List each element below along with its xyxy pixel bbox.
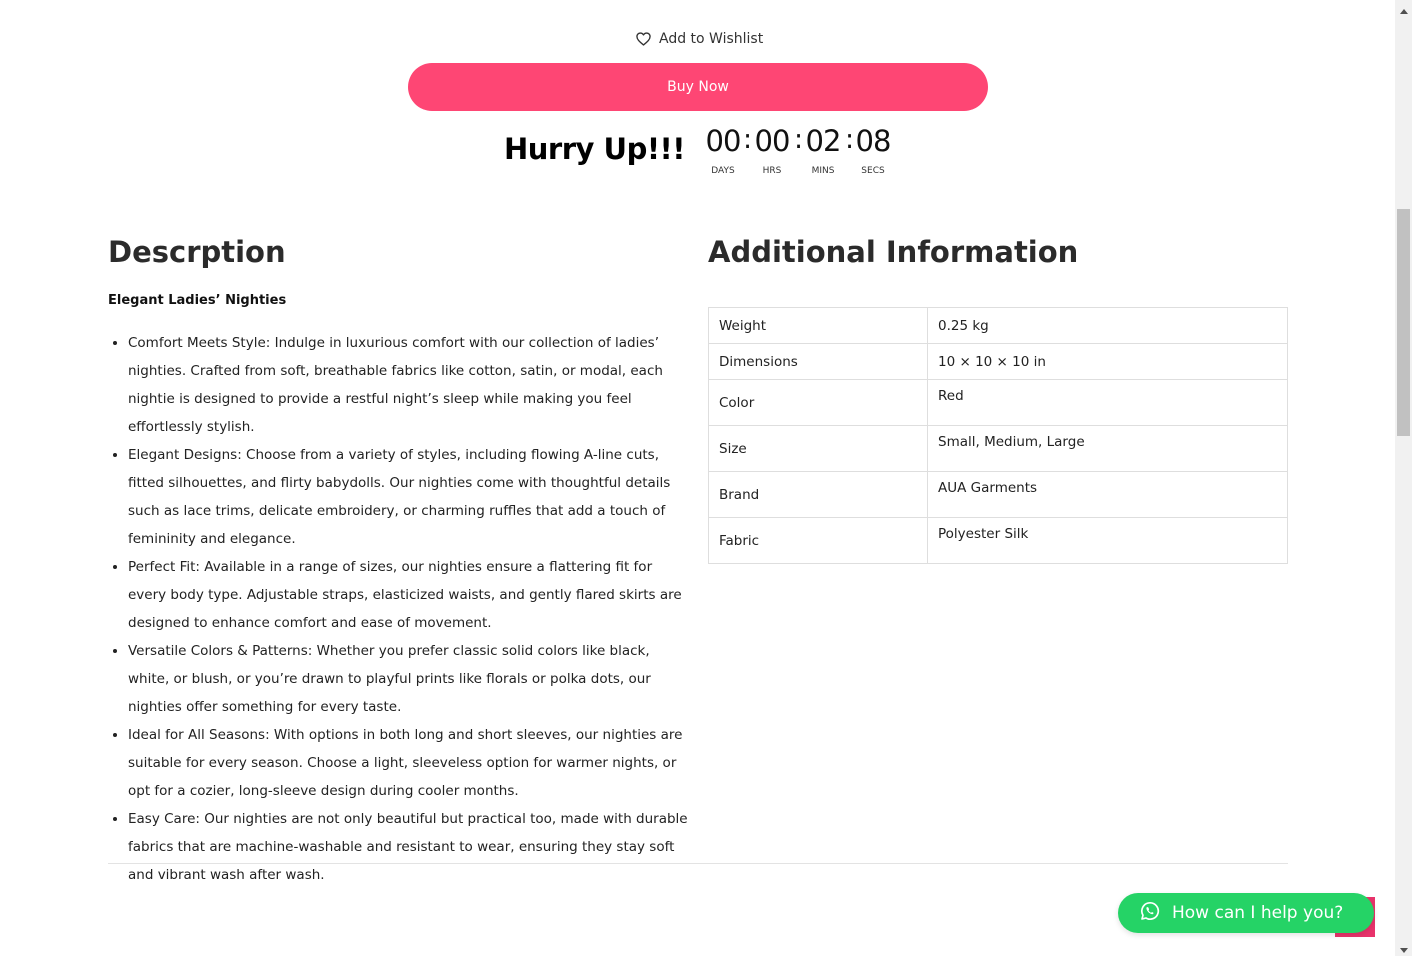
countdown-hours-label: HRS xyxy=(762,166,782,176)
attribute-value: Polyester Silk xyxy=(927,517,1288,564)
countdown-days: 00 DAYS xyxy=(704,122,742,178)
countdown-separator: : xyxy=(845,124,855,155)
scroll-up-arrow[interactable] xyxy=(1395,0,1412,17)
attribute-name: Brand xyxy=(708,471,928,518)
table-row: Fabric Polyester Silk xyxy=(708,517,1288,564)
attribute-name: Size xyxy=(708,425,928,472)
list-item: Easy Care: Our nighties are not only bea… xyxy=(128,805,688,889)
countdown-hours: 00 HRS xyxy=(753,122,791,178)
countdown-mins: 02 MINS xyxy=(804,122,842,178)
attribute-name: Fabric xyxy=(708,517,928,564)
hurry-up-heading: Hurry Up!!! xyxy=(504,132,686,166)
countdown-days-value: 00 xyxy=(705,124,742,158)
section-divider xyxy=(108,863,1288,864)
attribute-value: 10 × 10 × 10 in xyxy=(927,343,1288,380)
whatsapp-chat-button[interactable]: How can I help you? xyxy=(1118,893,1374,933)
table-row: Size Small, Medium, Large xyxy=(708,425,1288,472)
attribute-value: 0.25 kg xyxy=(927,307,1288,344)
attribute-name: Weight xyxy=(708,307,928,344)
table-row: Dimensions 10 × 10 × 10 in xyxy=(708,343,1288,380)
countdown-mins-value: 02 xyxy=(805,124,842,158)
scroll-down-arrow[interactable] xyxy=(1395,939,1412,956)
add-to-wishlist-link[interactable]: Add to Wishlist xyxy=(636,29,763,49)
attribute-name: Color xyxy=(708,379,928,426)
whatsapp-label: How can I help you? xyxy=(1172,903,1344,923)
table-row: Weight 0.25 kg xyxy=(708,307,1288,344)
heart-icon xyxy=(636,32,651,46)
triangle-down-icon xyxy=(1399,938,1408,956)
countdown-secs-value: 08 xyxy=(855,124,892,158)
countdown-separator: : xyxy=(794,124,804,155)
countdown-secs-label: SECS xyxy=(861,166,885,176)
list-item: Versatile Colors & Patterns: Whether you… xyxy=(128,637,688,721)
page-scrollbar[interactable] xyxy=(1395,0,1412,956)
list-item: Comfort Meets Style: Indulge in luxuriou… xyxy=(128,329,688,441)
product-page: Add to Wishlist Buy Now Hurry Up!!! 00 D… xyxy=(0,0,1412,956)
description-subtitle: Elegant Ladies’ Nighties xyxy=(108,293,287,308)
description-title: Descrption xyxy=(108,235,286,269)
additional-info-table: Weight 0.25 kg Dimensions 10 × 10 × 10 i… xyxy=(708,307,1288,564)
attribute-value: Red xyxy=(927,379,1288,426)
countdown-secs: 08 SECS xyxy=(854,122,892,178)
table-row: Brand AUA Garments xyxy=(708,471,1288,518)
attribute-name: Dimensions xyxy=(708,343,928,380)
countdown-days-label: DAYS xyxy=(711,166,735,176)
scrollbar-thumb[interactable] xyxy=(1397,209,1410,436)
table-row: Color Red xyxy=(708,379,1288,426)
whatsapp-icon xyxy=(1140,901,1160,925)
list-item: Ideal for All Seasons: With options in b… xyxy=(128,721,688,805)
countdown-separator: : xyxy=(743,124,753,155)
attribute-value: AUA Garments xyxy=(927,471,1288,518)
wishlist-label: Add to Wishlist xyxy=(659,31,764,47)
description-list: Comfort Meets Style: Indulge in luxuriou… xyxy=(108,329,688,889)
countdown-hours-value: 00 xyxy=(754,124,791,158)
list-item: Elegant Designs: Choose from a variety o… xyxy=(128,441,688,553)
buy-now-button[interactable]: Buy Now xyxy=(408,63,988,111)
countdown-mins-label: MINS xyxy=(811,166,835,176)
additional-info-title: Additional Information xyxy=(708,235,1079,269)
attribute-value: Small, Medium, Large xyxy=(927,425,1288,472)
list-item: Perfect Fit: Available in a range of siz… xyxy=(128,553,688,637)
triangle-up-icon xyxy=(1399,0,1408,18)
